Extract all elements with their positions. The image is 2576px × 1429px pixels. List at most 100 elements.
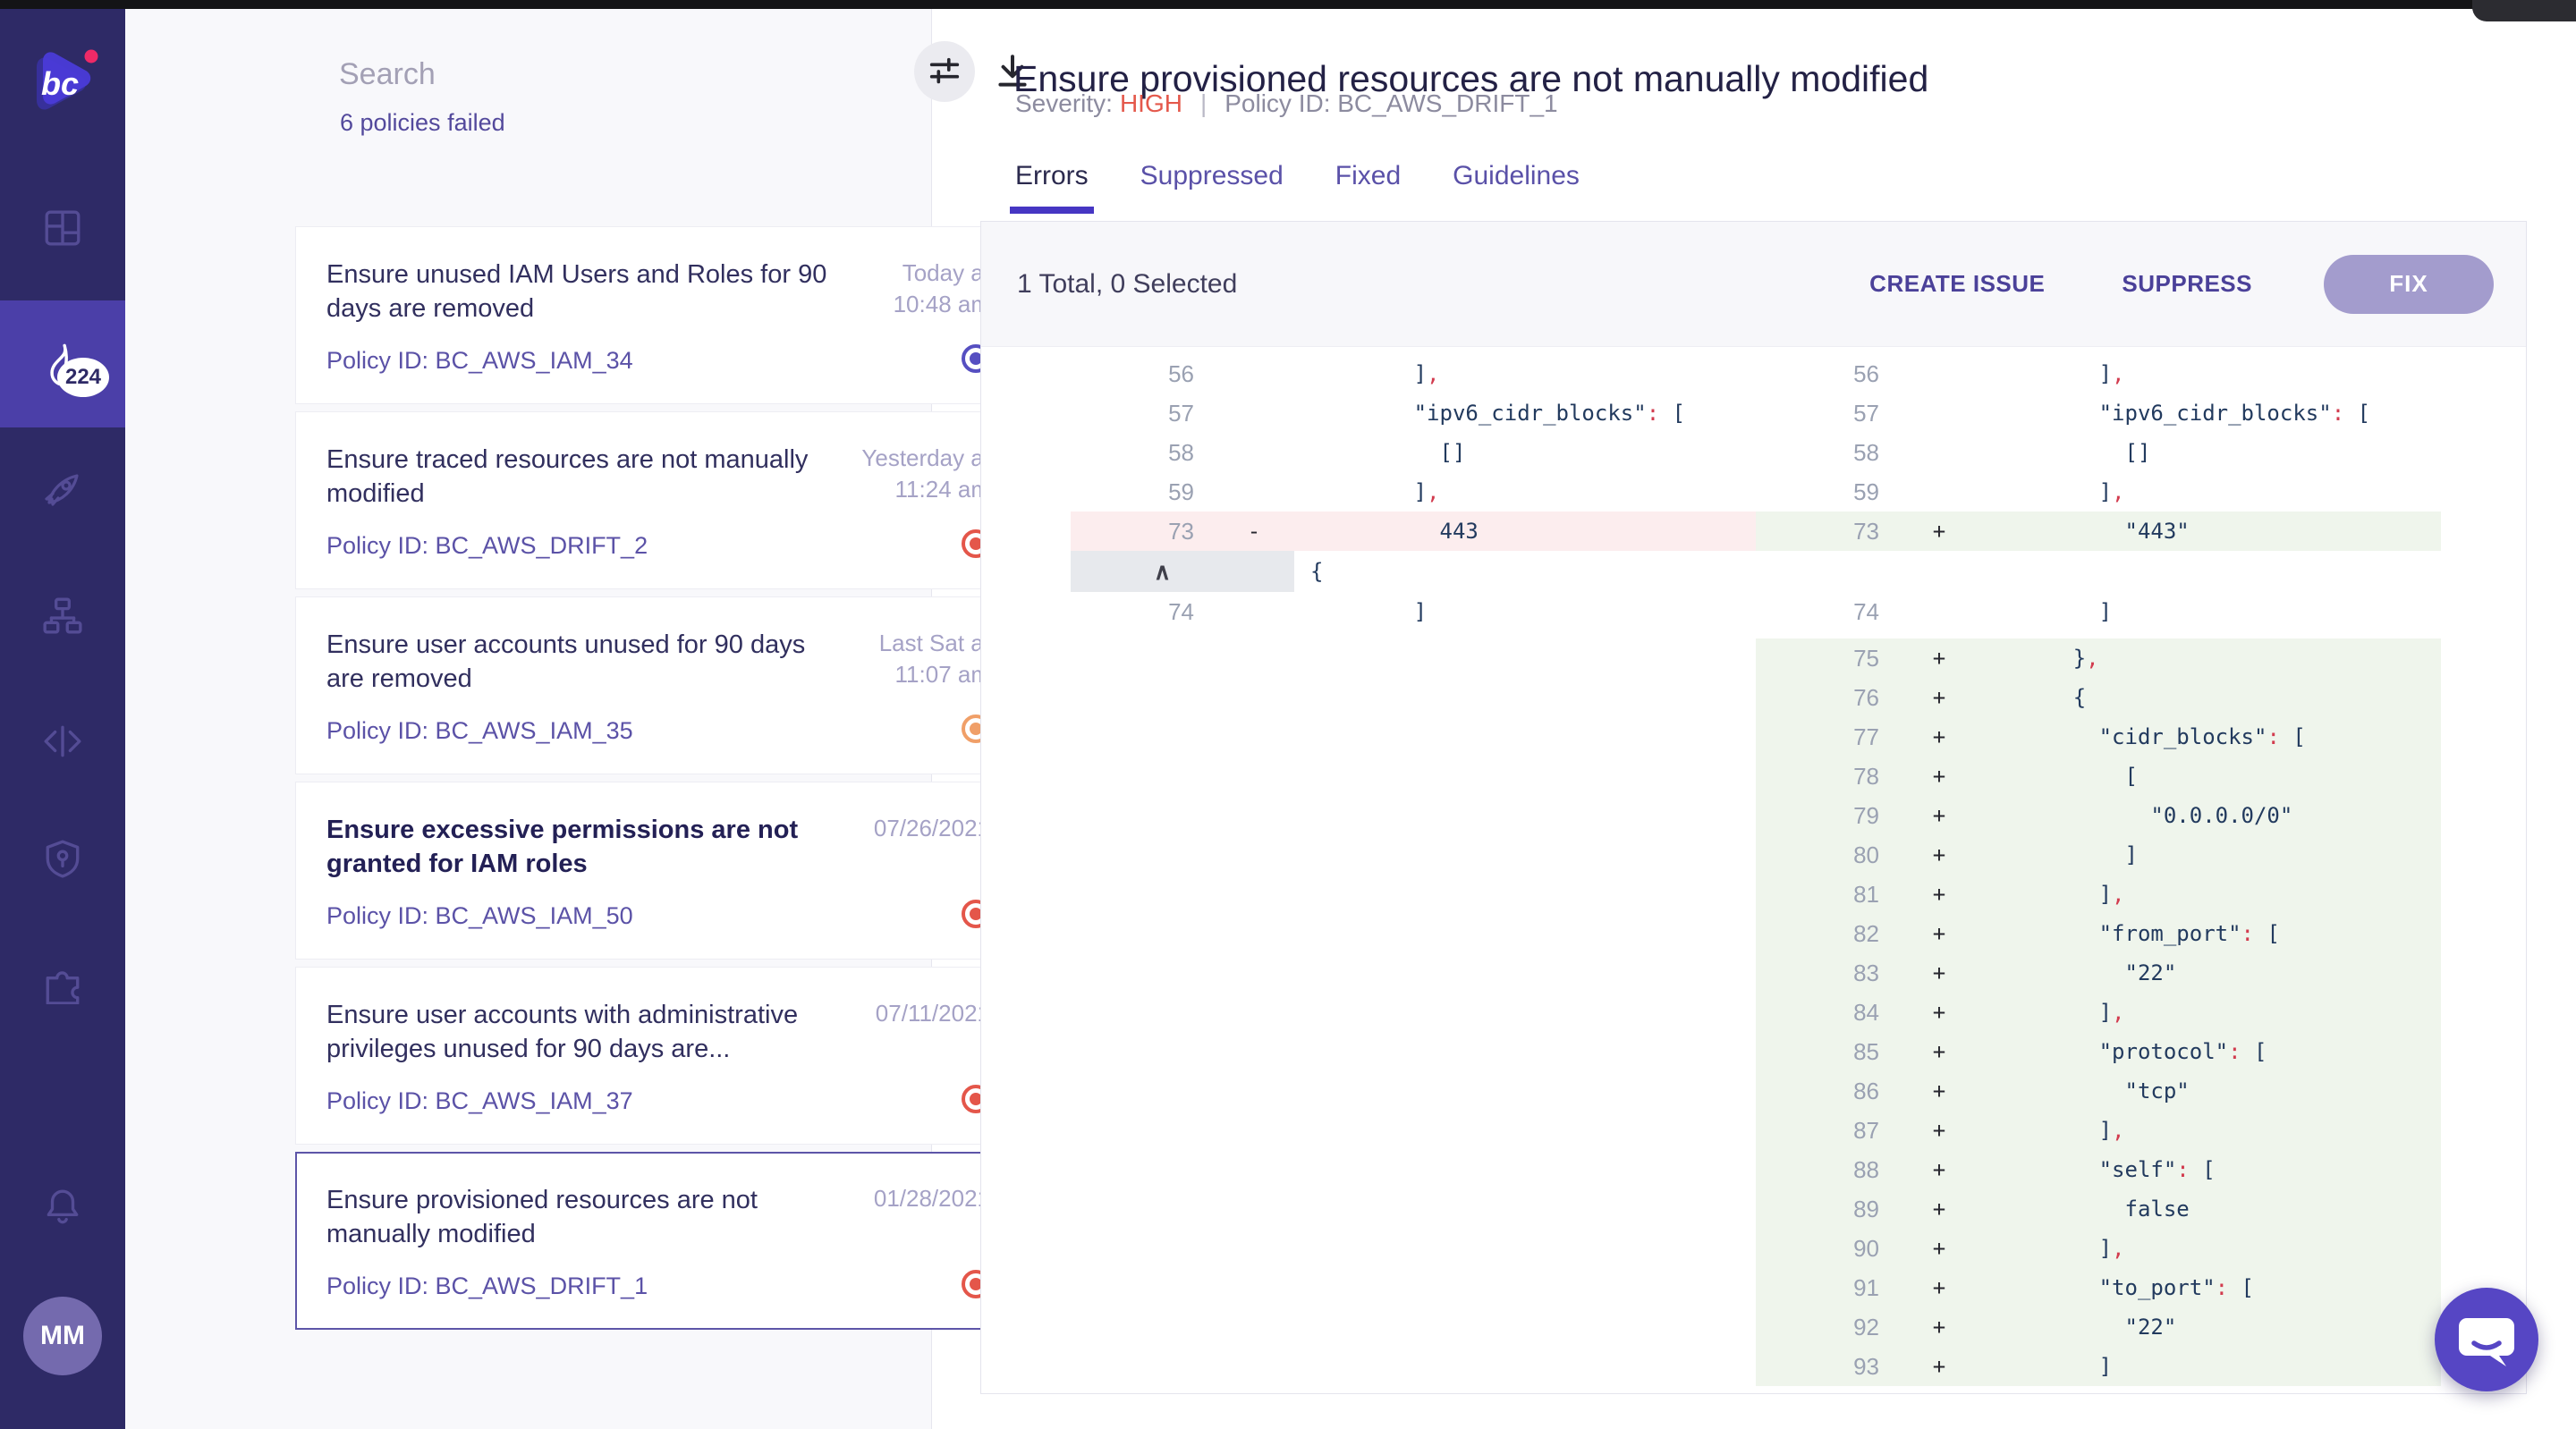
code-text: "ipv6_cidr_blocks": [: [1979, 401, 2441, 426]
svg-text:bc: bc: [41, 65, 79, 102]
diff-sign: +: [1899, 1315, 1979, 1340]
line-number: 59: [1071, 478, 1214, 506]
line-number: 84: [1756, 999, 1899, 1027]
code-text: "0.0.0.0/0": [1979, 803, 2441, 828]
bridgecrew-logo-icon: bc: [23, 45, 102, 123]
policy-card[interactable]: Ensure unused IAM Users and Roles for 90…: [295, 226, 1021, 404]
selection-summary: 1 Total, 0 Selected: [1017, 269, 1237, 300]
line-number: 56: [1756, 360, 1899, 388]
diff-expand-row[interactable]: ∧{: [1071, 551, 1756, 592]
diff-row: 84+ ],: [1756, 993, 2441, 1032]
dashboard-icon: [42, 207, 83, 249]
policy-card[interactable]: Ensure user accounts unused for 90 days …: [295, 596, 1021, 774]
diff-sign: +: [1899, 646, 1979, 671]
policy-card-date-line: 07/26/2021: [874, 813, 990, 844]
user-avatar[interactable]: MM: [23, 1297, 102, 1375]
sidebar-item-security[interactable]: [0, 806, 125, 911]
diff-sign: +: [1899, 685, 1979, 710]
sidebar-item-integrations[interactable]: [0, 931, 125, 1036]
sidebar-item-notifications[interactable]: [0, 1154, 125, 1260]
policy-card[interactable]: Ensure provisioned resources are not man…: [295, 1152, 1021, 1330]
line-number: 57: [1071, 400, 1214, 427]
code-text: "to_port": [: [1979, 1275, 2441, 1300]
sidebar-item-resources[interactable]: [0, 563, 125, 669]
line-number: 74: [1071, 598, 1214, 626]
top-chrome-bar: [0, 0, 2576, 9]
policy-card-date-line: 07/11/2021: [876, 998, 990, 1029]
policy-card[interactable]: Ensure user accounts with administrative…: [295, 967, 1021, 1145]
policy-card-body: Ensure user accounts with administrative…: [326, 998, 841, 1113]
diff-row: 87+ ],: [1756, 1111, 2441, 1150]
chat-bubble-icon: [2435, 1288, 2538, 1391]
diff-sign: +: [1899, 724, 1979, 749]
suppress-button[interactable]: SUPPRESS: [2116, 269, 2258, 299]
policy-card[interactable]: Ensure traced resources are not manually…: [295, 411, 1021, 589]
errors-panel: 1 Total, 0 Selected CREATE ISSUE SUPPRES…: [980, 221, 2527, 1394]
diff-row: 93+ ]: [1756, 1347, 2441, 1386]
code-text: []: [1979, 440, 2441, 465]
policy-card-title: Ensure traced resources are not manually…: [326, 443, 841, 511]
policy-card-meta: 07/26/2021: [874, 813, 990, 928]
tab-fixed[interactable]: Fixed: [1335, 161, 1401, 214]
policy-card-title: Ensure excessive permissions are not gra…: [326, 813, 841, 881]
sidebar-item-dashboard[interactable]: [0, 175, 125, 281]
policy-card-date: Last Sat at11:07 am: [879, 628, 990, 690]
policy-card-date: Yesterday at11:24 am: [861, 443, 990, 505]
diff-row: 80+ ]: [1756, 835, 2441, 875]
code-text: [: [1979, 764, 2441, 789]
line-number: 57: [1756, 400, 1899, 427]
code-text: ]: [1979, 842, 2441, 867]
line-number: 80: [1756, 841, 1899, 869]
line-number: 56: [1071, 360, 1214, 388]
create-issue-button[interactable]: CREATE ISSUE: [1864, 269, 2050, 299]
tab-errors[interactable]: Errors: [1015, 161, 1089, 214]
diff-sign: +: [1899, 1275, 1979, 1300]
tab-suppressed[interactable]: Suppressed: [1140, 161, 1284, 214]
diff-row: 59 ],: [1756, 472, 2441, 512]
sidebar-item-code[interactable]: [0, 689, 125, 794]
toolbar-actions: CREATE ISSUE SUPPRESS FIX: [1864, 255, 2494, 314]
diff-sign: +: [1899, 960, 1979, 985]
tab-guidelines[interactable]: Guidelines: [1453, 161, 1580, 214]
chat-launcher-button[interactable]: [2435, 1288, 2538, 1391]
line-number: 81: [1756, 881, 1899, 909]
policy-card-date: 01/28/2021: [874, 1183, 990, 1214]
fix-button[interactable]: FIX: [2324, 255, 2494, 314]
diff-sign: +: [1899, 1236, 1979, 1261]
severity-label: Severity:: [1015, 89, 1113, 117]
policy-card-body: Ensure provisioned resources are not man…: [326, 1183, 841, 1298]
line-number: 85: [1756, 1038, 1899, 1066]
code-icon: [42, 721, 83, 762]
sidebar-item-launch[interactable]: [0, 436, 125, 542]
diff-row: 82+ "from_port": [: [1756, 914, 2441, 953]
sidebar-item-incidents[interactable]: 224: [0, 300, 125, 427]
policy-card-date: 07/11/2021: [876, 998, 990, 1029]
policy-card-title: Ensure user accounts with administrative…: [326, 998, 841, 1066]
diff-spacer: [1756, 631, 2441, 638]
line-number: 73: [1756, 518, 1899, 545]
filter-button[interactable]: [914, 41, 975, 102]
brand-dot: [85, 50, 98, 63]
diff-row: 57 "ipv6_cidr_blocks": [: [1071, 393, 1756, 433]
policy-card[interactable]: Ensure excessive permissions are not gra…: [295, 782, 1021, 960]
diff-sign: +: [1899, 921, 1979, 946]
diff-row: 59 ],: [1071, 472, 1756, 512]
diff-row: 85+ "protocol": [: [1756, 1032, 2441, 1071]
line-number: 93: [1756, 1353, 1899, 1381]
search-input[interactable]: [337, 48, 725, 100]
diff-sign: +: [1899, 803, 1979, 828]
diff-sign: +: [1899, 1354, 1979, 1379]
policies-list-panel: 6 policies failed Ensure unused IAM User…: [125, 9, 932, 1429]
policy-card-meta: Yesterday at11:24 am: [861, 443, 990, 558]
expand-chevron-icon[interactable]: ∧: [1071, 551, 1214, 592]
errors-toolbar: 1 Total, 0 Selected CREATE ISSUE SUPPRES…: [981, 222, 2526, 347]
diff-row: 91+ "to_port": [: [1756, 1268, 2441, 1307]
diff-sign: +: [1899, 1000, 1979, 1025]
line-number: 82: [1756, 920, 1899, 948]
policy-card-date: 07/26/2021: [874, 813, 990, 844]
diff-sign: +: [1899, 519, 1979, 544]
diff-row: 86+ "tcp": [1756, 1071, 2441, 1111]
policy-card-meta: 07/11/2021: [876, 998, 990, 1113]
app-logo[interactable]: bc: [23, 45, 102, 123]
line-number: 79: [1756, 802, 1899, 830]
